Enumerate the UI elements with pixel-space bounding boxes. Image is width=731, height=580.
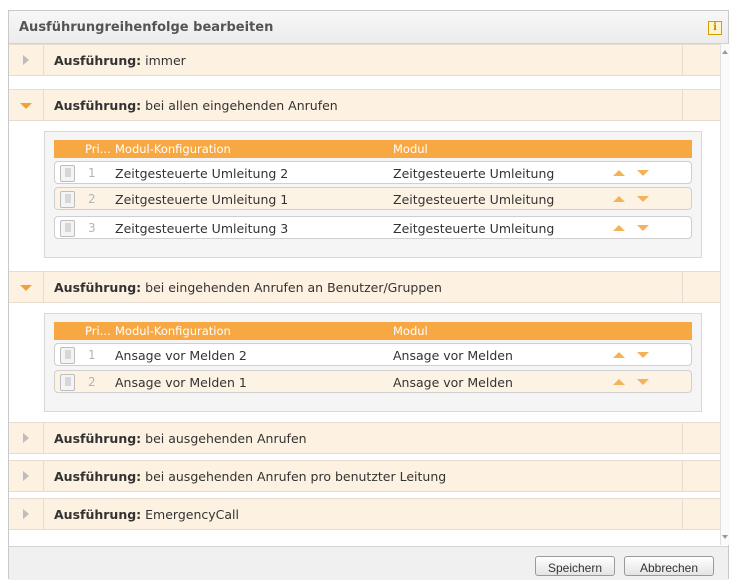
group-name: immer — [145, 53, 186, 68]
group-name: bei ausgehenden Anrufen — [145, 431, 307, 446]
move-up-icon[interactable] — [611, 193, 627, 205]
group-side-cell — [682, 272, 720, 302]
move-down-icon[interactable] — [635, 222, 651, 234]
group-label: Ausführung: immer — [54, 53, 186, 68]
triangle-right-icon — [23, 55, 29, 65]
table-row[interactable]: ||| 3 Zeitgesteuerte Umleitung 3 Zeitges… — [54, 216, 692, 239]
move-up-icon[interactable] — [611, 222, 627, 234]
row-config: Ansage vor Melden 1 — [115, 375, 247, 390]
cancel-button[interactable]: Abbrechen — [624, 556, 714, 576]
group-name: EmergencyCall — [145, 507, 239, 522]
row-config: Zeitgesteuerte Umleitung 3 — [115, 221, 289, 236]
vertical-scrollbar[interactable] — [720, 44, 730, 545]
group-side-cell — [682, 90, 720, 120]
expand-toggle[interactable] — [9, 45, 44, 75]
expand-toggle[interactable] — [9, 499, 44, 529]
drag-handle-icon[interactable]: ||| — [60, 374, 75, 391]
drag-handle-icon[interactable]: ||| — [60, 165, 75, 182]
module-table-panel: Pri... Modul-Konfiguration Modul ||| 1 Z… — [44, 131, 702, 258]
triangle-right-icon — [23, 471, 29, 481]
group-side-cell — [682, 45, 720, 75]
table-header: Pri... Modul-Konfiguration Modul — [54, 322, 692, 340]
row-config: Zeitgesteuerte Umleitung 1 — [115, 192, 289, 207]
row-module: Zeitgesteuerte Umleitung — [393, 166, 555, 181]
move-up-icon[interactable] — [611, 349, 627, 361]
triangle-down-icon — [20, 285, 32, 291]
drag-handle-icon[interactable]: ||| — [60, 347, 75, 364]
dialog-title: Ausführungreihenfolge bearbeiten — [19, 20, 274, 35]
group-prefix: Ausführung: — [54, 469, 142, 484]
group-header[interactable]: Ausführung: bei allen eingehenden Anrufe… — [9, 89, 720, 121]
row-module: Zeitgesteuerte Umleitung — [393, 221, 555, 236]
row-module: Zeitgesteuerte Umleitung — [393, 192, 555, 207]
group-list: Ausführung: immer Ausführung: bei allen … — [9, 44, 720, 545]
table-row[interactable]: ||| 2 Ansage vor Melden 1 Ansage vor Mel… — [54, 370, 692, 393]
group-side-cell — [682, 423, 720, 453]
move-down-icon[interactable] — [635, 349, 651, 361]
expand-toggle[interactable] — [9, 90, 44, 120]
group-prefix: Ausführung: — [54, 431, 142, 446]
group-label: Ausführung: bei ausgehenden Anrufen — [54, 431, 307, 446]
row-priority: 2 — [88, 375, 96, 389]
group-label: Ausführung: bei allen eingehenden Anrufe… — [54, 98, 338, 113]
group-label: Ausführung: bei eingehenden Anrufen an B… — [54, 280, 442, 295]
drag-handle-icon[interactable]: ||| — [60, 191, 75, 208]
expand-toggle[interactable] — [9, 423, 44, 453]
info-icon[interactable]: i — [708, 21, 722, 35]
row-priority: 1 — [88, 348, 96, 362]
triangle-right-icon — [23, 433, 29, 443]
dialog-title-bar: Ausführungreihenfolge bearbeiten i — [9, 11, 728, 44]
move-up-icon[interactable] — [611, 376, 627, 388]
group-header[interactable]: Ausführung: EmergencyCall — [9, 498, 720, 530]
table-row[interactable]: ||| 2 Zeitgesteuerte Umleitung 1 Zeitges… — [54, 187, 692, 210]
move-down-icon[interactable] — [635, 376, 651, 388]
group-prefix: Ausführung: — [54, 53, 142, 68]
triangle-down-icon — [20, 103, 32, 109]
table-row[interactable]: ||| 1 Ansage vor Melden 2 Ansage vor Mel… — [54, 343, 692, 366]
column-module[interactable]: Modul — [393, 324, 428, 338]
row-priority: 3 — [88, 221, 96, 235]
column-config[interactable]: Modul-Konfiguration — [115, 142, 231, 156]
column-config[interactable]: Modul-Konfiguration — [115, 324, 231, 338]
row-module: Ansage vor Melden — [393, 375, 513, 390]
group-header[interactable]: Ausführung: bei ausgehenden Anrufen — [9, 422, 720, 454]
move-down-icon[interactable] — [635, 167, 651, 179]
group-header[interactable]: Ausführung: immer — [9, 44, 720, 76]
scroll-up-icon[interactable] — [722, 50, 728, 54]
column-priority[interactable]: Pri... — [85, 324, 111, 338]
group-name: bei eingehenden Anrufen an Benutzer/Grup… — [145, 280, 442, 295]
row-config: Zeitgesteuerte Umleitung 2 — [115, 166, 289, 181]
dialog-footer: Speichern Abbrechen — [9, 546, 728, 580]
group-side-cell — [682, 499, 720, 529]
group-label: Ausführung: EmergencyCall — [54, 507, 239, 522]
drag-handle-icon[interactable]: ||| — [60, 220, 75, 237]
save-button[interactable]: Speichern — [535, 556, 615, 576]
column-priority[interactable]: Pri... — [85, 142, 111, 156]
table-row[interactable]: ||| 1 Zeitgesteuerte Umleitung 2 Zeitges… — [54, 161, 692, 184]
row-priority: 2 — [88, 192, 96, 206]
group-side-cell — [682, 461, 720, 491]
row-module: Ansage vor Melden — [393, 348, 513, 363]
move-down-icon[interactable] — [635, 193, 651, 205]
scroll-down-icon[interactable] — [722, 535, 728, 539]
group-name: bei allen eingehenden Anrufen — [145, 98, 338, 113]
group-label: Ausführung: bei ausgehenden Anrufen pro … — [54, 469, 446, 484]
edit-order-dialog: Ausführungreihenfolge bearbeiten i Ausfü… — [8, 10, 730, 580]
group-name: bei ausgehenden Anrufen pro benutzter Le… — [145, 469, 447, 484]
expand-toggle[interactable] — [9, 272, 44, 302]
move-up-icon[interactable] — [611, 167, 627, 179]
triangle-right-icon — [23, 509, 29, 519]
table-header: Pri... Modul-Konfiguration Modul — [54, 140, 692, 158]
group-header[interactable]: Ausführung: bei ausgehenden Anrufen pro … — [9, 460, 720, 492]
module-table-panel: Pri... Modul-Konfiguration Modul ||| 1 A… — [44, 313, 702, 412]
group-prefix: Ausführung: — [54, 280, 142, 295]
group-prefix: Ausführung: — [54, 507, 142, 522]
column-module[interactable]: Modul — [393, 142, 428, 156]
expand-toggle[interactable] — [9, 461, 44, 491]
group-header[interactable]: Ausführung: bei eingehenden Anrufen an B… — [9, 271, 720, 303]
row-priority: 1 — [88, 166, 96, 180]
row-config: Ansage vor Melden 2 — [115, 348, 247, 363]
group-prefix: Ausführung: — [54, 98, 142, 113]
